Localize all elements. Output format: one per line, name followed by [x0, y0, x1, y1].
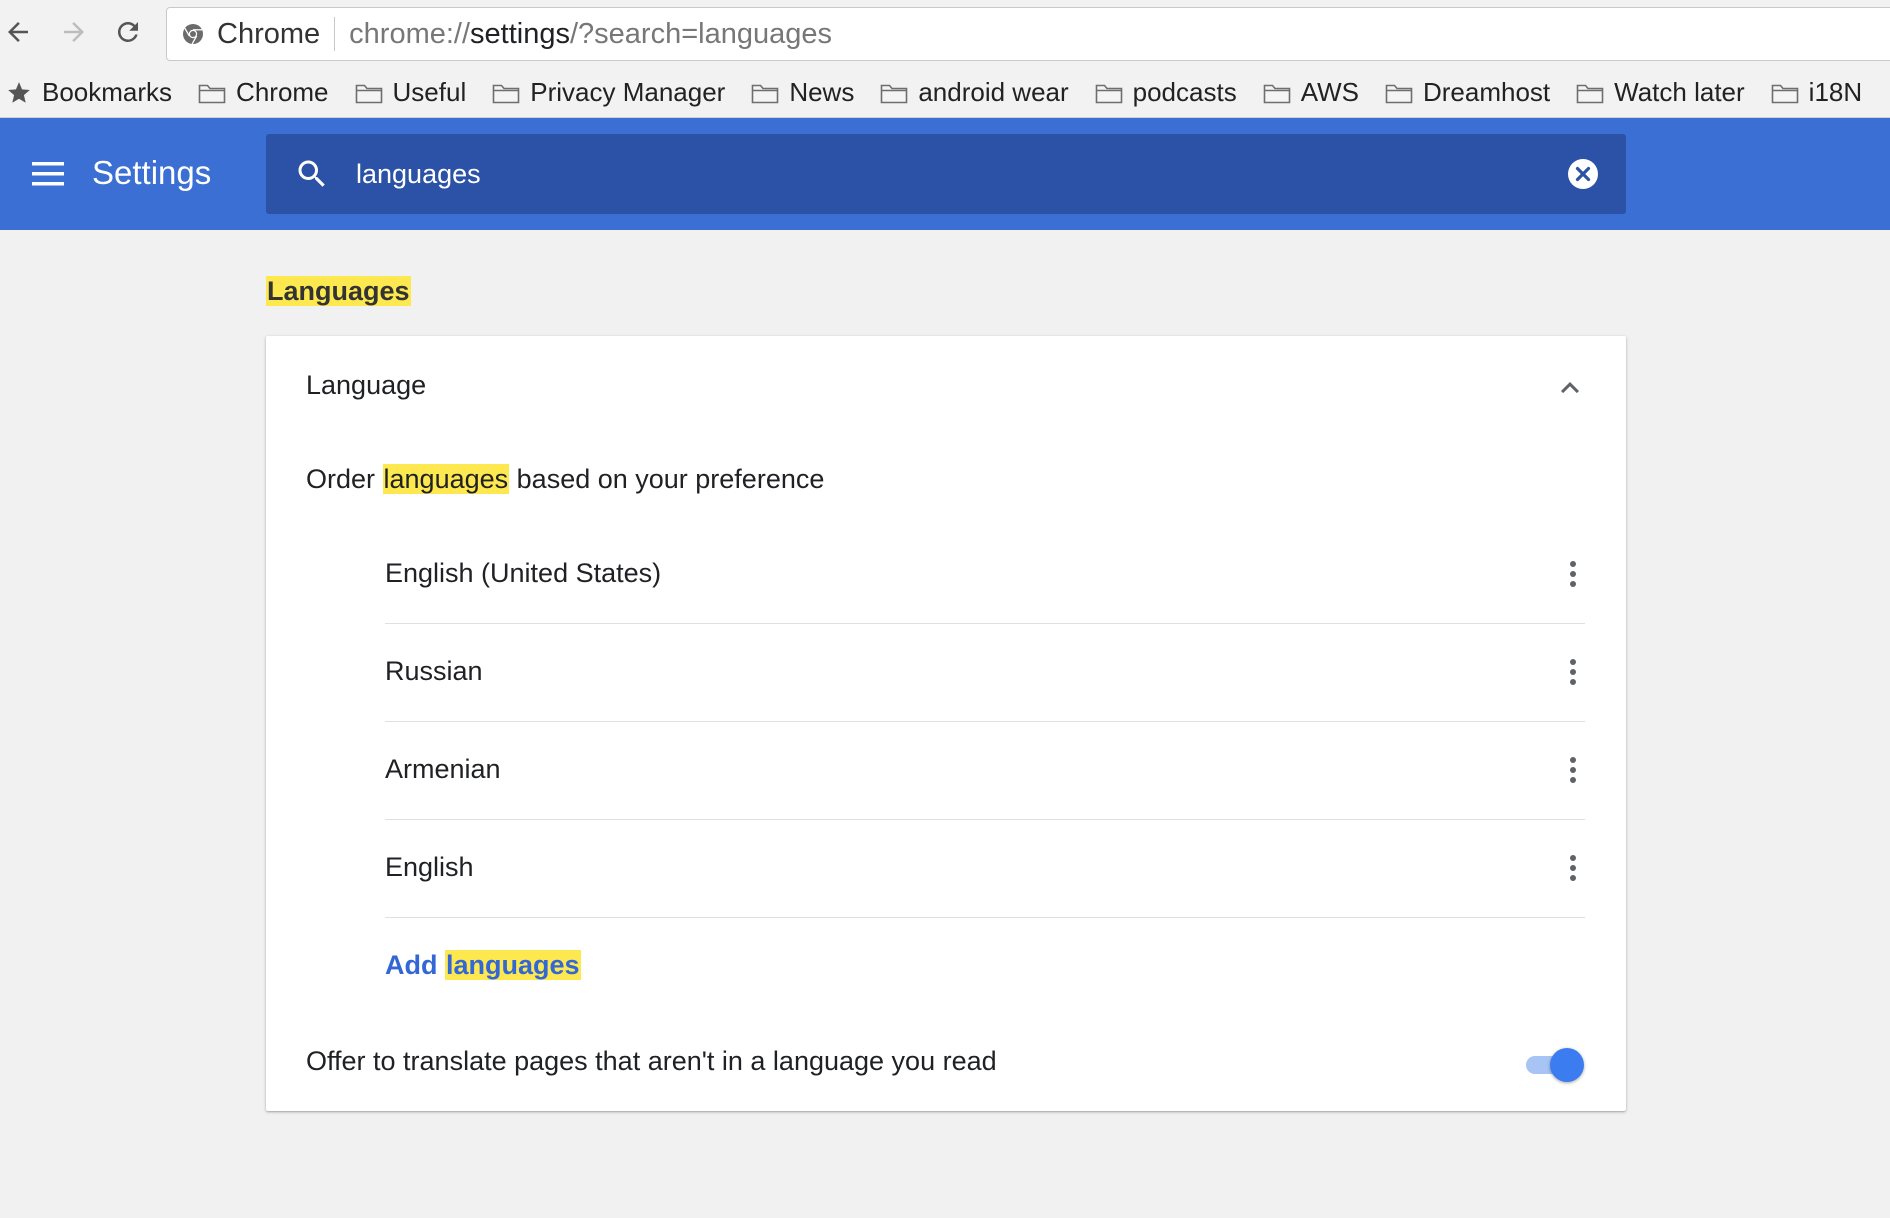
clear-search-button[interactable] — [1564, 155, 1602, 193]
bookmark-label: Dreamhost — [1422, 77, 1551, 107]
language-more-button[interactable] — [1557, 848, 1589, 888]
language-row: Russian — [385, 624, 1585, 722]
folder-icon — [492, 84, 520, 103]
chevron-up-icon — [1561, 382, 1579, 394]
language-card: Language Order languages based on your p… — [266, 336, 1626, 1111]
language-name: Armenian — [385, 754, 501, 784]
bookmark-item[interactable]: android wear — [880, 68, 1069, 117]
main-menu-button[interactable] — [28, 156, 68, 192]
add-languages-link[interactable]: Add languages — [385, 950, 581, 981]
bookmark-label: AWS — [1300, 77, 1359, 107]
folder-icon — [752, 84, 779, 103]
bookmark-item[interactable]: Bookmarks — [6, 68, 173, 117]
language-more-button[interactable] — [1557, 554, 1589, 594]
order-highlight: languages — [382, 464, 510, 494]
language-row: English — [385, 820, 1585, 918]
bookmark-label: i18N — [1808, 77, 1863, 107]
more-vert-icon — [1570, 855, 1576, 881]
bookmark-label: News — [789, 77, 855, 107]
collapse-button[interactable] — [1552, 370, 1588, 406]
reload-button[interactable] — [110, 14, 146, 50]
url-text[interactable]: chrome://settings/?search=languages — [349, 18, 832, 51]
bookmark-item[interactable]: Useful — [355, 68, 467, 117]
arrow-left-icon — [8, 22, 28, 42]
search-input[interactable] — [356, 152, 1456, 196]
star-icon — [8, 81, 30, 103]
folder-icon — [198, 84, 226, 103]
more-vert-icon — [1570, 757, 1576, 783]
language-more-button[interactable] — [1557, 652, 1589, 692]
arrow-right-icon — [64, 22, 84, 42]
translate-toggle[interactable] — [1522, 1044, 1588, 1084]
address-bar[interactable]: Chrome chrome://settings/?search=languag… — [166, 7, 1890, 61]
language-name: Russian — [385, 656, 483, 686]
close-icon — [1568, 159, 1598, 189]
bookmark-item[interactable]: Dreamhost — [1385, 68, 1551, 117]
language-row: Armenian — [385, 722, 1585, 820]
bookmark-label: podcasts — [1132, 77, 1237, 107]
folder-icon — [1576, 84, 1604, 103]
bookmark-item[interactable]: Watch later — [1576, 68, 1745, 117]
folder-icon — [1771, 84, 1798, 103]
bookmark-item[interactable]: i18N — [1771, 68, 1863, 117]
section-title: Languages — [266, 276, 411, 307]
back-button[interactable] — [0, 14, 36, 50]
translate-offer-label: Offer to translate pages that aren't in … — [306, 1046, 997, 1076]
chrome-logo-icon — [183, 24, 203, 45]
omnibox-separator — [334, 17, 336, 51]
bookmark-item[interactable]: podcasts — [1095, 68, 1237, 117]
add-prefix: Add — [385, 950, 445, 980]
card-header-label: Language — [306, 370, 427, 400]
bookmark-label: Useful — [392, 77, 467, 107]
toggle-knob — [1550, 1048, 1584, 1082]
reload-icon — [117, 21, 138, 42]
more-vert-icon — [1570, 659, 1576, 685]
bookmark-label: Watch later — [1614, 77, 1745, 107]
hamburger-menu-icon — [32, 162, 64, 186]
folder-icon — [1095, 84, 1122, 103]
forward-button[interactable] — [56, 14, 92, 50]
folder-icon — [1385, 84, 1413, 103]
order-prefix: Order — [306, 464, 383, 494]
bookmark-item[interactable]: AWS — [1263, 68, 1359, 117]
more-vert-icon — [1570, 561, 1576, 587]
bookmark-label: Chrome — [236, 77, 329, 107]
bookmark-label: Bookmarks — [42, 77, 173, 107]
add-highlight: languages — [445, 950, 581, 980]
url-prefix: chrome:// — [349, 17, 471, 50]
order-languages-text: Order languages based on your preference — [306, 464, 824, 495]
page-title: Settings — [92, 154, 212, 191]
search-icon — [298, 160, 325, 187]
section-title-highlight: Languages — [266, 276, 411, 306]
language-name: English (United States) — [385, 558, 662, 588]
browser-toolbar: Chrome chrome://settings/?search=languag… — [0, 0, 1890, 68]
bookmark-label: Privacy Manager — [530, 77, 726, 107]
omnibox-label: Chrome — [217, 17, 321, 50]
settings-search[interactable] — [266, 134, 1626, 214]
url-host: settings — [470, 17, 570, 50]
bookmark-label: android wear — [918, 77, 1069, 107]
settings-header: Settings — [0, 118, 1890, 230]
folder-icon — [1263, 84, 1291, 103]
bookmark-item[interactable]: News — [751, 68, 855, 117]
folder-icon — [355, 84, 382, 103]
folder-icon — [881, 84, 908, 103]
language-row: English (United States) — [385, 526, 1585, 624]
order-suffix: based on your preference — [509, 464, 825, 494]
language-list: English (United States) Russian Armenian En… — [385, 526, 1585, 918]
bookmark-item[interactable]: Chrome — [198, 68, 329, 117]
language-more-button[interactable] — [1557, 750, 1589, 790]
url-suffix: /?search=languages — [569, 17, 832, 50]
language-name: English — [385, 852, 474, 882]
bookmark-item[interactable]: Privacy Manager — [492, 68, 726, 117]
bookmarks-bar: Bookmarks Chrome Useful Privacy Manager News… — [0, 68, 1890, 118]
